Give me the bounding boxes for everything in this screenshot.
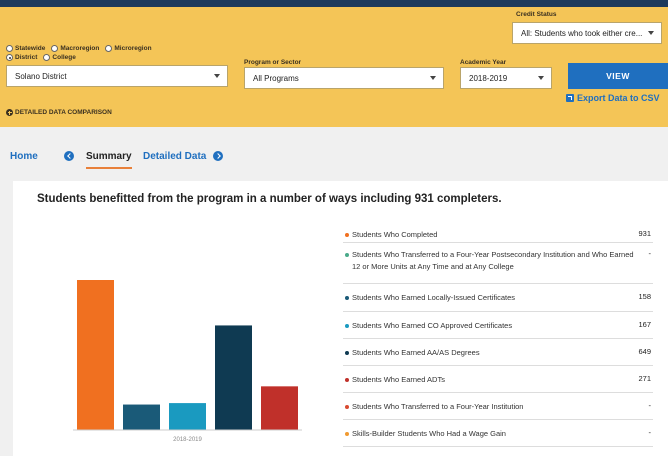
metric-row: Students Who Earned AA/AS Degrees 649	[343, 339, 653, 366]
tab-detailed-data[interactable]: Detailed Data	[143, 151, 206, 162]
chevron-down-icon	[214, 74, 220, 78]
metric-value: 931	[638, 229, 651, 238]
export-icon	[566, 94, 574, 102]
metric-value: -	[648, 401, 652, 410]
legend-dot-icon	[345, 253, 349, 257]
program-select-value: All Programs	[253, 73, 299, 83]
radio-district[interactable]: District	[6, 54, 37, 61]
radio-macroregion[interactable]: Macroregion	[51, 45, 99, 52]
bar-students-who-earned-locally-issued-certificates[interactable]	[123, 404, 160, 430]
tab-home[interactable]: Home	[10, 151, 38, 162]
metric-label: Skills-Builder Students Who Had a Wage G…	[352, 429, 506, 438]
legend-dot-icon	[345, 296, 349, 300]
metric-row: Students Who Transferred to a Four-Year …	[343, 393, 653, 420]
metric-row: Students Who Earned CO Approved Certific…	[343, 312, 653, 339]
export-csv-link[interactable]: Export Data to CSV	[566, 93, 660, 103]
metric-value: 271	[638, 374, 651, 383]
legend-dot-icon	[345, 432, 349, 436]
program-label: Program or Sector	[244, 59, 302, 66]
radio-icon	[105, 45, 113, 52]
credit-status-label: Credit Status	[516, 11, 557, 18]
academic-year-select[interactable]: 2018-2019	[460, 67, 552, 89]
district-select[interactable]: Solano District	[6, 65, 228, 87]
detailed-data-comparison-label: DETAILED DATA COMPARISON	[15, 109, 112, 116]
legend-dot-icon	[345, 351, 349, 355]
metric-label: Students Who Earned ADTs	[352, 375, 445, 384]
metric-row: Students Who Earned Locally-Issued Certi…	[343, 284, 653, 312]
metric-value: -	[648, 249, 652, 258]
bar-students-who-completed[interactable]	[77, 280, 114, 430]
legend-dot-icon	[345, 324, 349, 328]
legend-dot-icon	[345, 405, 349, 409]
radio-selected-icon	[6, 54, 13, 61]
chevron-down-icon	[538, 76, 544, 80]
metric-value: -	[648, 428, 652, 437]
radio-college[interactable]: College	[43, 54, 76, 61]
plus-circle-icon	[6, 109, 13, 116]
metric-row: Students Who Completed 931	[343, 221, 653, 243]
radio-microregion[interactable]: Microregion	[105, 45, 152, 52]
x-tick-label: 2018-2019	[173, 437, 202, 443]
academic-year-label: Academic Year	[460, 59, 507, 66]
chevron-down-icon	[430, 76, 436, 80]
next-arrow-icon[interactable]	[213, 151, 223, 161]
view-button[interactable]: VIEW	[568, 63, 668, 89]
metrics-list: Students Who Completed 931 Students Who Tr…	[343, 221, 653, 447]
summary-card: Students benefitted from the program in …	[13, 181, 668, 456]
academic-year-value: 2018-2019	[469, 73, 508, 83]
geography-radio-row-2: District College	[6, 54, 82, 61]
outcomes-bar-chart: 2018-2019	[73, 280, 302, 443]
chevron-down-icon	[648, 31, 654, 35]
metric-value: 649	[638, 347, 651, 356]
metric-label: Students Who Earned AA/AS Degrees	[352, 348, 480, 357]
metric-label: Students Who Earned CO Approved Certific…	[352, 321, 513, 330]
radio-icon	[51, 45, 59, 52]
metric-label: Students Who Completed	[352, 230, 438, 239]
metric-label: Students Who Earned Locally-Issued Certi…	[352, 293, 515, 302]
detailed-data-comparison-toggle[interactable]: DETAILED DATA COMPARISON	[6, 109, 112, 116]
metric-value: 158	[638, 292, 651, 301]
credit-status-value: All: Students who took either cre...	[521, 28, 643, 38]
metric-label: Students Who Transferred to a Four-Year …	[352, 250, 634, 271]
metric-row: Students Who Transferred to a Four-Year …	[343, 243, 653, 284]
active-tab-indicator	[86, 167, 132, 169]
metric-label: Students Who Transferred to a Four-Year …	[352, 402, 524, 411]
program-select[interactable]: All Programs	[244, 67, 444, 89]
previous-arrow-icon[interactable]	[64, 151, 74, 161]
radio-statewide[interactable]: Statewide	[6, 45, 45, 52]
geography-radio-row-1: Statewide Macroregion Microregion	[6, 45, 158, 52]
credit-status-select[interactable]: All: Students who took either cre...	[512, 22, 662, 44]
radio-icon	[6, 45, 13, 52]
bar-students-who-earned-adts[interactable]	[261, 386, 298, 430]
radio-icon	[43, 54, 51, 61]
summary-headline: Students benefitted from the program in …	[37, 193, 502, 205]
tab-bar: Home Summary Detailed Data	[0, 127, 668, 175]
metric-value: 167	[638, 320, 651, 329]
top-bar	[0, 0, 668, 7]
export-csv-label: Export Data to CSV	[577, 93, 660, 103]
legend-dot-icon	[345, 233, 349, 237]
bar-students-who-earned-aa-as-degrees[interactable]	[215, 325, 252, 430]
bar-students-who-earned-co-approved-certificates[interactable]	[169, 403, 206, 430]
tab-summary[interactable]: Summary	[86, 151, 132, 162]
district-select-value: Solano District	[15, 71, 67, 81]
metric-row: Skills-Builder Students Who Had a Wage G…	[343, 420, 653, 447]
legend-dot-icon	[345, 378, 349, 382]
filter-panel: Credit Status All: Students who took eit…	[0, 7, 668, 127]
metric-row: Students Who Earned ADTs 271	[343, 366, 653, 393]
